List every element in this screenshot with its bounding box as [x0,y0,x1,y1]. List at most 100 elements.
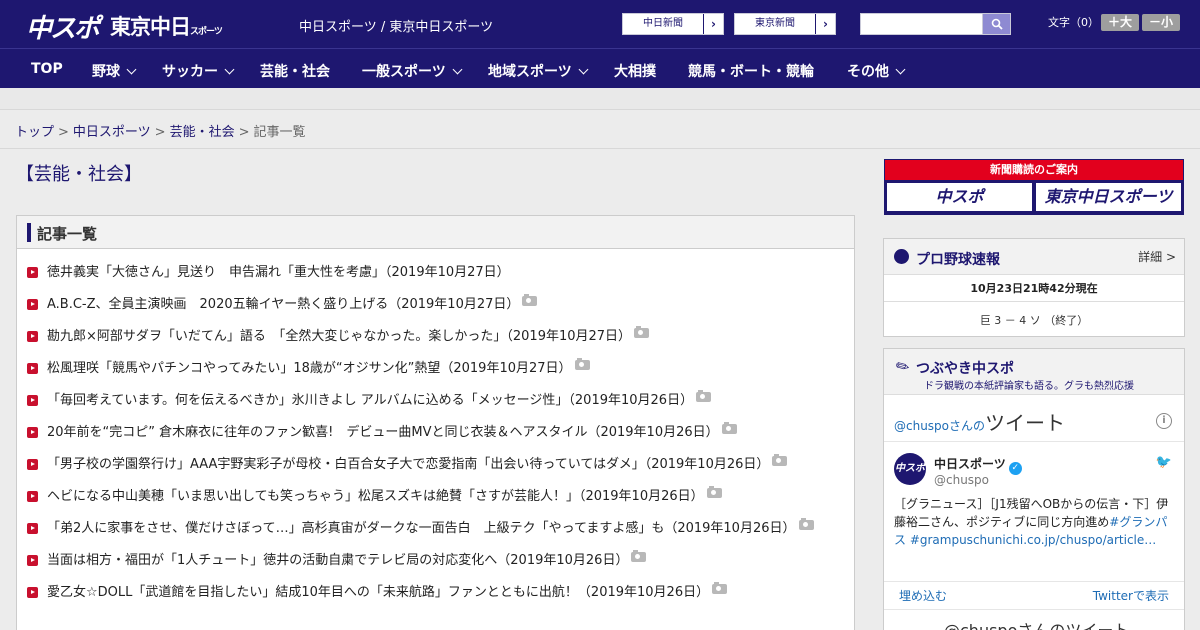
twitter-widget-heading: ツイート [985,411,1066,435]
camera-icon [798,518,814,530]
tokyo-subscribe-logo[interactable]: 東京中日スポーツ [1036,183,1181,211]
nav-label: 芸能・社会 [260,64,330,80]
subscription-banner[interactable]: 新聞購読のご案内 中スポ 東京中日スポーツ [884,159,1184,215]
font-bigger-button[interactable]: ＋大 [1101,14,1139,31]
list-item[interactable]: 勘九郎×阿部サダヲ「いだてん」語る 「全然大変じゃなかった。楽しかった」（201… [27,326,838,346]
nav-item-others[interactable]: その他 [847,61,906,81]
verified-icon: ✓ [1008,462,1022,475]
twitter-widget-title[interactable]: @chuspoさんのツイート [894,407,1065,436]
breadcrumb-separator: > [154,125,166,140]
embed-link[interactable]: 埋め込む [899,587,947,604]
site-title[interactable]: 中日スポーツ / 東京中日スポーツ [299,16,493,35]
list-item[interactable]: A.B.C-Z、全員主演映画 2020五輪イヤー熱く盛り上げる（2019年10月… [27,294,838,314]
list-item[interactable]: 松風理咲「競馬やパチンコやってみたい」18歳が“オジサン化”熱望（2019年10… [27,358,838,378]
baseball-score[interactable]: 巨 3 － 4 ソ （終了） [884,302,1184,338]
baseball-icon [894,249,909,264]
breadcrumb-link[interactable]: 芸能・社会 [170,125,235,140]
camera-icon [696,390,712,402]
nav-item-sumo[interactable]: 大相撲 [614,61,656,81]
tweets-header: ✎ つぶやき中スポ ドラ観戦の本紙評論家も語る。グラも熱烈応援 [884,349,1184,395]
article-list-heading: 記事一覧 [37,225,98,243]
breadcrumb-link[interactable]: トップ [15,125,54,140]
tokyo-logo-sub: スポーツ [190,27,223,37]
article-title-link[interactable]: 「男子校の学園祭行け」AAA宇野実彩子が母校・白百合女子大で恋愛指南「出会い待っ… [47,457,769,472]
nav-label: その他 [847,64,889,80]
bullet-arrow-icon [27,555,38,566]
list-item[interactable]: 20年前を“完コピ” 倉木麻衣に往年のファン歓喜! デビュー曲MVと同じ衣装＆ヘ… [27,422,838,442]
camera-icon [721,422,737,434]
font-smaller-button[interactable]: －小 [1142,14,1180,31]
camera-icon [634,326,650,338]
site-header: 中スポ 東京中日スポーツ 中日スポーツ / 東京中日スポーツ 中日新聞 › 東京… [0,0,1200,48]
camera-icon [706,486,722,498]
tokyo-shimbun-label: 東京新聞 [755,18,795,29]
tokyo-chunichi-logo[interactable]: 東京中日スポーツ [110,11,223,41]
breadcrumb-separator: > [238,125,250,140]
article-title-link[interactable]: 「弟2人に家事をさせ、僕だけさぼって…」高杉真宙がダークな一面告白 上級テク「や… [47,521,796,536]
nav-item-regional-sports[interactable]: 地域スポーツ [488,61,589,81]
twitter-bird-icon[interactable]: 🐦 [1156,455,1172,470]
nav-label: 競馬・ボート・競輪 [688,64,814,80]
more-tweets-heading[interactable]: @chuspoさんのツイート [944,617,1129,630]
nav-item-soccer[interactable]: サッカー [162,61,235,81]
tweet-author-handle[interactable]: @chuspo [934,473,989,487]
list-item[interactable]: 当面は相方・福田が「1人チュート」徳井の活動自粛でテレビ局の対応変化へ（2019… [27,550,838,570]
list-item[interactable]: ヘビになる中山美穂「いま思い出しても笑っちゃう」松尾スズキは絶賛「さすが芸能人！… [27,486,838,506]
tweets-subtitle: ドラ観戦の本紙評論家も語る。グラも熱烈応援 [924,381,1134,392]
nav-label: 野球 [92,64,120,80]
list-item[interactable]: 「男子校の学園祭行け」AAA宇野実彩子が母校・白百合女子大で恋愛指南「出会い待っ… [27,454,838,474]
nav-item-entertainment[interactable]: 芸能・社会 [260,61,330,81]
nav-item-general-sports[interactable]: 一般スポーツ [362,61,463,81]
list-item[interactable]: 徳井義実「大徳さん」見送り 申告漏れ「重大性を考慮」（2019年10月27日） [27,263,838,282]
bullet-arrow-icon [27,523,38,534]
heading-accent-bar [27,223,31,242]
article-title-link[interactable]: 徳井義実「大徳さん」見送り 申告漏れ「重大性を考慮」（2019年10月27日） [47,265,510,280]
tweets-panel: ✎ つぶやき中スポ ドラ観戦の本紙評論家も語る。グラも熱烈応援 @chuspoさ… [883,348,1185,630]
article-title-link[interactable]: 勘九郎×阿部サダヲ「いだてん」語る 「全然大変じゃなかった。楽しかった」（201… [47,329,631,344]
bullet-arrow-icon [27,395,38,406]
bullet-arrow-icon [27,459,38,470]
nav-label: 一般スポーツ [362,64,446,80]
breadcrumb-separator: > [58,125,69,140]
list-item[interactable]: 「弟2人に家事をさせ、僕だけさぼって…」高杉真宙がダークな一面告白 上級テク「や… [27,518,838,538]
chuspo-logo[interactable]: 中スポ [26,8,100,45]
bullet-arrow-icon [27,363,38,374]
article-title-link[interactable]: 松風理咲「競馬やパチンコやってみたい」18歳が“オジサン化”熱望（2019年10… [47,361,572,376]
search-button[interactable] [982,13,1011,35]
article-title-link[interactable]: 「毎回考えています。何を伝えるべきか」氷川きよし アルバムに込める「メッセージ性… [47,393,693,408]
chunichi-shimbun-link[interactable]: 中日新聞 › [622,13,724,35]
chevron-down-icon [224,64,235,75]
main-nav: TOP 野球 サッカー 芸能・社会 一般スポーツ 地域スポーツ 大相撲 競馬・ボ… [0,48,1200,88]
twitter-widget-prefix: @chuspoさんの [894,419,986,433]
tokyo-shimbun-link[interactable]: 東京新聞 › [734,13,836,35]
article-title-link[interactable]: 当面は相方・福田が「1人チュート」徳井の活動自粛でテレビ局の対応変化へ（2019… [47,553,628,568]
breadcrumb: トップ > 中日スポーツ > 芸能・社会 > 記事一覧 [15,121,306,140]
tweet-author-name[interactable]: 中日スポーツ ✓ [934,455,1022,475]
nav-label: 大相撲 [614,64,656,80]
article-title-link[interactable]: 愛乙女☆DOLL「武道館を目指したい」結成10年目への「未来航路」ファンとともに… [47,585,709,600]
article-title-link[interactable]: A.B.C-Z、全員主演映画 2020五輪イヤー熱く盛り上げる（2019年10月… [47,297,519,312]
chuspo-subscribe-logo[interactable]: 中スポ [887,183,1032,211]
baseball-detail-link[interactable]: 詳細 > [1138,248,1176,265]
nav-item-baseball[interactable]: 野球 [92,61,137,81]
search-input[interactable] [860,13,983,35]
tokyo-logo-main: 東京中日 [110,15,191,39]
article-title-link[interactable]: 20年前を“完コピ” 倉木麻衣に往年のファン歓喜! デビュー曲MVと同じ衣装＆ヘ… [47,425,719,440]
ad-strip [0,88,1200,110]
nav-label: 地域スポーツ [488,64,572,80]
info-icon[interactable]: i [1156,413,1172,429]
divider [0,148,1200,149]
list-item[interactable]: 愛乙女☆DOLL「武道館を目指したい」結成10年目への「未来航路」ファンとともに… [27,582,838,602]
avatar[interactable]: 中スポ [894,453,926,485]
camera-icon [712,582,728,594]
article-list-panel: 記事一覧 徳井義実「大徳さん」見送り 申告漏れ「重大性を考慮」（2019年10月… [16,215,855,630]
page-title: 【芸能・社会】 [16,164,142,185]
article-title-link[interactable]: ヘビになる中山美穂「いま思い出しても笑っちゃう」松尾スズキは絶賛「さすが芸能人！… [47,489,704,504]
nav-item-racing[interactable]: 競馬・ボート・競輪 [688,61,814,81]
list-item[interactable]: 「毎回考えています。何を伝えるべきか」氷川きよし アルバムに込める「メッセージ性… [27,390,838,410]
camera-icon [772,454,788,466]
tweet-author-label: 中日スポーツ [934,457,1006,471]
view-on-twitter-link[interactable]: Twitterで表示 [1093,587,1169,604]
breadcrumb-link[interactable]: 中日スポーツ [73,125,151,140]
nav-item-top[interactable]: TOP [31,61,63,77]
